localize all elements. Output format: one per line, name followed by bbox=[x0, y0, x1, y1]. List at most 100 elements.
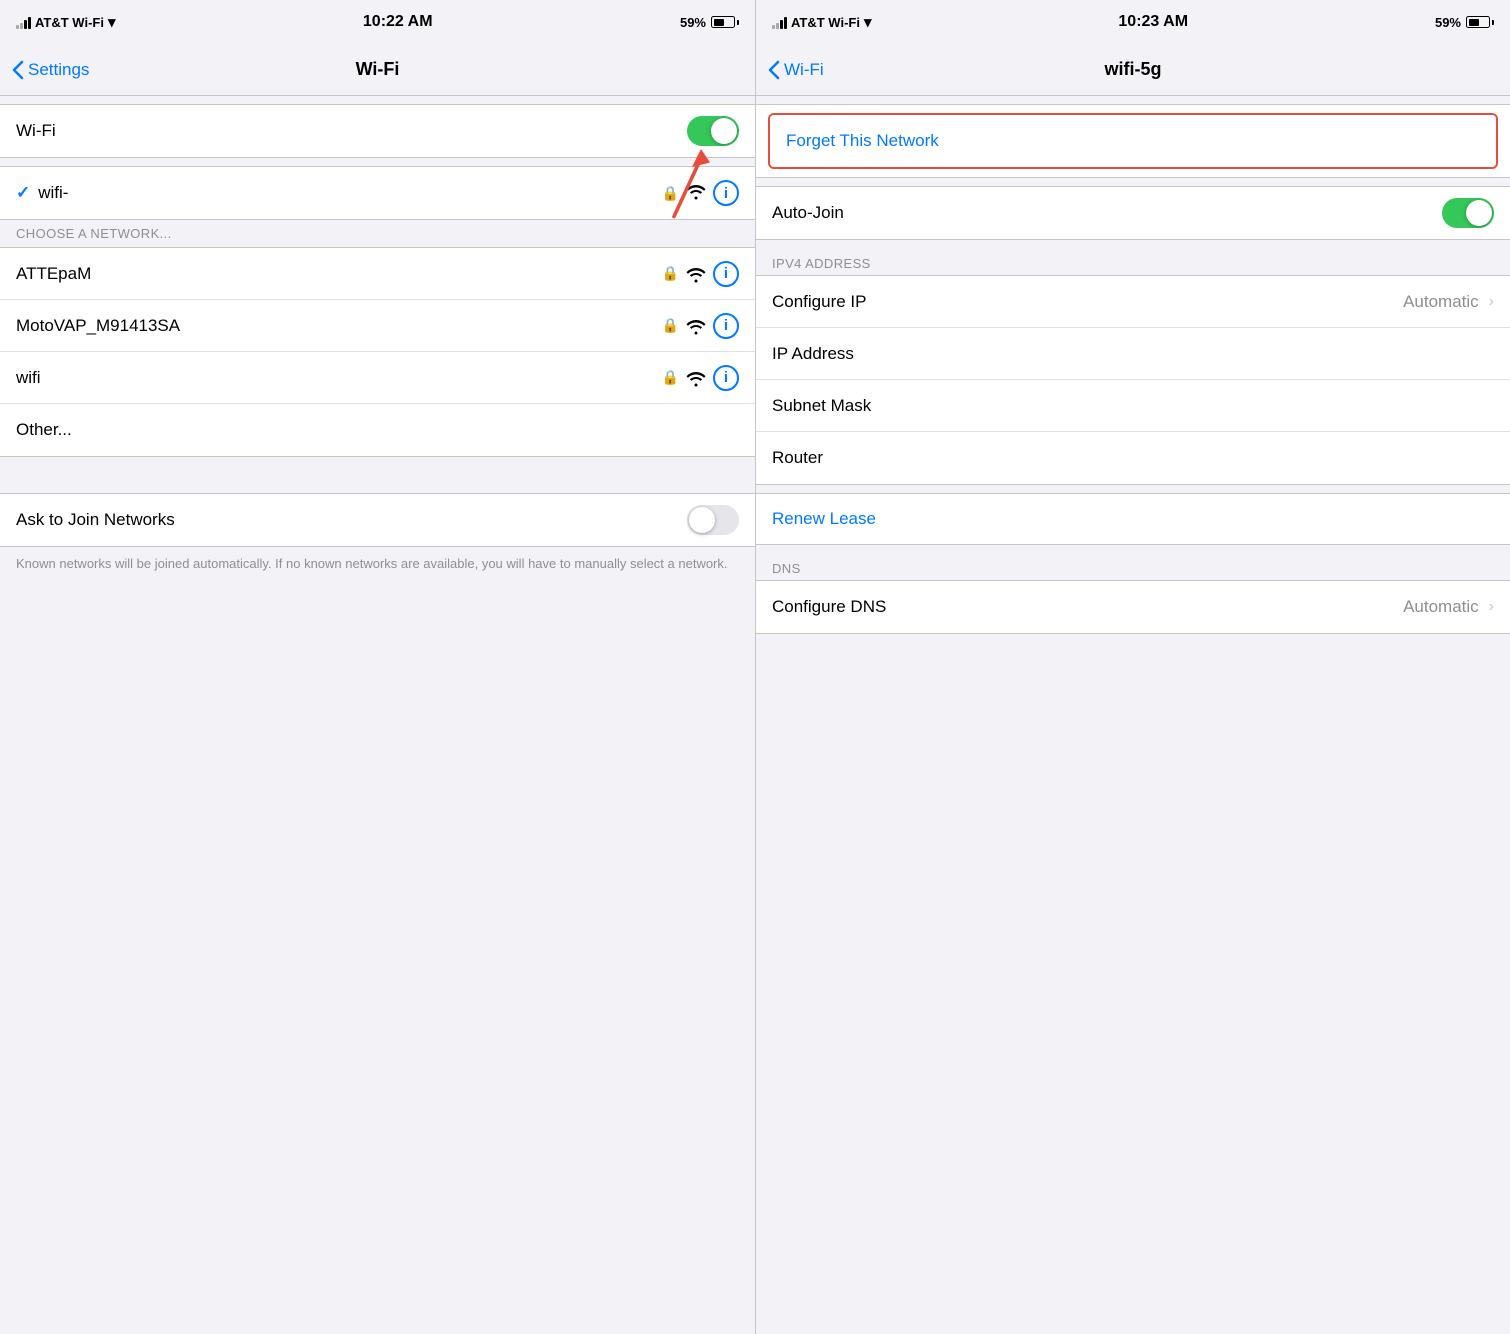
ipv4-header-label: IPV4 ADDRESS bbox=[772, 256, 871, 271]
signal-bars bbox=[16, 15, 31, 29]
right-back-label: Wi-Fi bbox=[784, 60, 824, 80]
ask-join-row[interactable]: Ask to Join Networks bbox=[0, 494, 755, 546]
right-status-left: AT&T Wi-Fi ▾ bbox=[772, 13, 872, 31]
auto-join-toggle-thumb bbox=[1466, 200, 1492, 226]
wifi-icon-motovap bbox=[685, 317, 707, 335]
network-row-motovap[interactable]: MotoVAP_M91413SA 🔒 i bbox=[0, 300, 755, 352]
wifi-toggle-group: Wi-Fi bbox=[0, 104, 755, 158]
settings-back-button[interactable]: Settings bbox=[12, 60, 89, 80]
ip-address-label: IP Address bbox=[772, 344, 854, 364]
connected-network-icons: 🔒 i bbox=[662, 180, 739, 206]
left-status-bar: AT&T Wi-Fi ▾ 10:22 AM 59% bbox=[0, 0, 755, 44]
configure-ip-label: Configure IP bbox=[772, 292, 867, 312]
right-nav-title: wifi-5g bbox=[1105, 59, 1162, 80]
info-icon-motovap: i bbox=[724, 317, 728, 334]
right-signal-bars bbox=[772, 15, 787, 29]
wifi-back-button[interactable]: Wi-Fi bbox=[768, 60, 824, 80]
network-row-wifi[interactable]: wifi 🔒 i bbox=[0, 352, 755, 404]
right-status-right: 59% bbox=[1435, 15, 1494, 30]
wifi-status-icon: ▾ bbox=[108, 13, 116, 31]
connected-network-row[interactable]: ✓ wifi- 🔒 i bbox=[0, 167, 755, 219]
configure-ip-value: Automatic › bbox=[1403, 292, 1494, 312]
network-row-other[interactable]: Other... bbox=[0, 404, 755, 456]
configure-dns-chevron: › bbox=[1489, 598, 1494, 616]
right-carrier-label: AT&T Wi-Fi bbox=[791, 15, 860, 30]
ask-join-label: Ask to Join Networks bbox=[16, 510, 175, 530]
choose-network-header: CHOOSE A NETWORK... bbox=[0, 220, 755, 247]
battery-icon bbox=[711, 16, 739, 28]
footer-note: Known networks will be joined automatica… bbox=[0, 547, 755, 581]
right-wifi-status-icon: ▾ bbox=[864, 13, 872, 31]
auto-join-group: Auto-Join bbox=[756, 186, 1510, 240]
dns-group: Configure DNS Automatic › bbox=[756, 580, 1510, 634]
configure-dns-row[interactable]: Configure DNS Automatic › bbox=[756, 581, 1510, 633]
forget-network-row[interactable]: Forget This Network bbox=[770, 115, 1496, 167]
motovap-icons: 🔒 i bbox=[662, 313, 739, 339]
right-status-bar: AT&T Wi-Fi ▾ 10:23 AM 59% bbox=[756, 0, 1510, 44]
configure-dns-value: Automatic › bbox=[1403, 597, 1494, 617]
subnet-mask-row: Subnet Mask bbox=[756, 380, 1510, 432]
left-nav-title: Wi-Fi bbox=[356, 59, 400, 80]
network-name-motovap: MotoVAP_M91413SA bbox=[16, 316, 180, 336]
carrier-label: AT&T Wi-Fi bbox=[35, 15, 104, 30]
info-icon-attepa: i bbox=[724, 265, 728, 282]
ask-join-toggle-thumb bbox=[689, 507, 715, 533]
configure-dns-text: Automatic bbox=[1403, 597, 1479, 617]
left-panel: AT&T Wi-Fi ▾ 10:22 AM 59% Settings Wi-Fi… bbox=[0, 0, 755, 1334]
lock-icon-wifi: 🔒 bbox=[662, 369, 679, 386]
configure-ip-chevron: › bbox=[1489, 293, 1494, 311]
network-name-wifi: wifi bbox=[16, 368, 41, 388]
wifi-label: Wi-Fi bbox=[16, 121, 56, 141]
lock-icon-motovap: 🔒 bbox=[662, 317, 679, 334]
left-time: 10:22 AM bbox=[363, 13, 433, 31]
left-nav-bar: Settings Wi-Fi bbox=[0, 44, 755, 96]
wifi-info-button[interactable]: i bbox=[713, 365, 739, 391]
left-status-left: AT&T Wi-Fi ▾ bbox=[16, 13, 116, 31]
toggle-thumb bbox=[711, 118, 737, 144]
info-icon: i bbox=[724, 185, 728, 202]
battery-percent: 59% bbox=[680, 15, 706, 30]
renew-lease-label: Renew Lease bbox=[772, 509, 876, 529]
wifi-plain-icons: 🔒 i bbox=[662, 365, 739, 391]
connected-info-button[interactable]: i bbox=[713, 180, 739, 206]
network-row-attepa[interactable]: ATTEpaM 🔒 i bbox=[0, 248, 755, 300]
back-label: Settings bbox=[28, 60, 89, 80]
right-time: 10:23 AM bbox=[1118, 13, 1188, 31]
configure-ip-row[interactable]: Configure IP Automatic › bbox=[756, 276, 1510, 328]
connected-checkmark: ✓ bbox=[16, 183, 30, 203]
lock-icon-attepa: 🔒 bbox=[662, 265, 679, 282]
configure-dns-label: Configure DNS bbox=[772, 597, 886, 617]
connected-network-name: wifi- bbox=[38, 183, 68, 203]
router-label: Router bbox=[772, 448, 823, 468]
subnet-mask-label: Subnet Mask bbox=[772, 396, 871, 416]
auto-join-row[interactable]: Auto-Join bbox=[756, 187, 1510, 239]
dns-section-header: DNS bbox=[756, 553, 1510, 580]
wifi-strength-icon bbox=[685, 182, 707, 205]
ip-address-row: IP Address bbox=[756, 328, 1510, 380]
configure-ip-text: Automatic bbox=[1403, 292, 1479, 312]
ipv4-group: Configure IP Automatic › IP Address Subn… bbox=[756, 275, 1510, 485]
lock-icon: 🔒 bbox=[662, 185, 679, 202]
connected-network-group: ✓ wifi- 🔒 i bbox=[0, 166, 755, 220]
network-list-group: ATTEpaM 🔒 i MotoVAP_M91413SA 🔒 bbox=[0, 247, 755, 457]
dns-header-label: DNS bbox=[772, 561, 801, 576]
forget-border-box: Forget This Network bbox=[768, 113, 1498, 169]
forget-network-label: Forget This Network bbox=[786, 131, 939, 151]
attepa-icons: 🔒 i bbox=[662, 261, 739, 287]
ask-join-toggle[interactable] bbox=[687, 505, 739, 535]
left-status-right: 59% bbox=[680, 15, 739, 30]
ipv4-section-header: IPV4 ADDRESS bbox=[756, 248, 1510, 275]
auto-join-toggle[interactable] bbox=[1442, 198, 1494, 228]
wifi-toggle-row[interactable]: Wi-Fi bbox=[0, 105, 755, 157]
network-name-attepa: ATTEpaM bbox=[16, 264, 91, 284]
wifi-toggle[interactable] bbox=[687, 116, 739, 146]
renew-lease-row[interactable]: Renew Lease bbox=[756, 493, 1510, 545]
right-panel: AT&T Wi-Fi ▾ 10:23 AM 59% Wi-Fi wifi-5g … bbox=[755, 0, 1510, 1334]
wifi-icon-attepa bbox=[685, 265, 707, 283]
auto-join-label: Auto-Join bbox=[772, 203, 844, 223]
info-icon-wifi-plain: i bbox=[724, 369, 728, 386]
right-nav-bar: Wi-Fi wifi-5g bbox=[756, 44, 1510, 96]
attepa-info-button[interactable]: i bbox=[713, 261, 739, 287]
router-row: Router bbox=[756, 432, 1510, 484]
motovap-info-button[interactable]: i bbox=[713, 313, 739, 339]
